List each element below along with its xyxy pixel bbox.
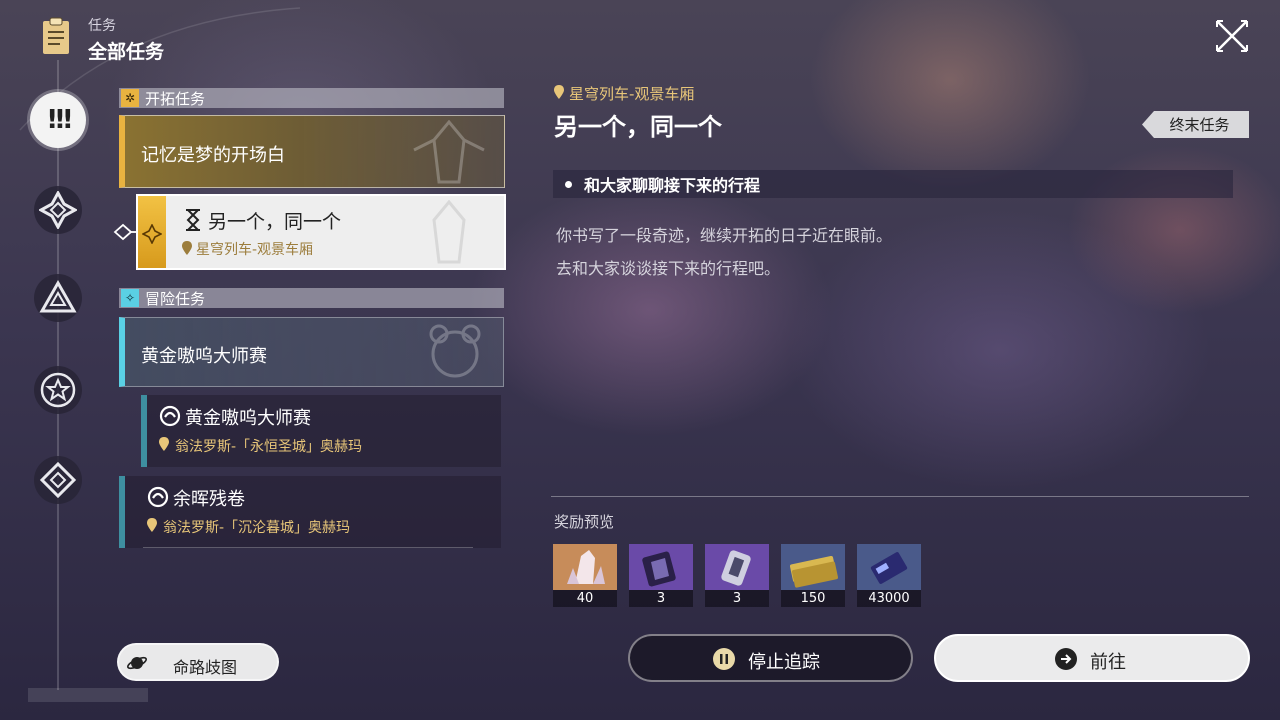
quest-card-remnant[interactable]: 余晖残卷 翁法罗斯-「沉沦暮城」奥赫玛 <box>119 476 501 548</box>
quest-emblem-icon <box>432 200 466 264</box>
rail-tab-trailblaze[interactable] <box>34 186 82 234</box>
section-header-trailblaze: ✲ 开拓任务 <box>119 88 504 108</box>
detail-location-text: 星穹列车-观景车厢 <box>569 85 695 103</box>
reward-item[interactable]: 3 <box>705 544 769 607</box>
objective-bullet-icon <box>565 180 572 188</box>
daily-diamond-icon <box>39 461 77 499</box>
detail-title: 另一个，同一个 <box>554 113 722 141</box>
quest-card-selected[interactable]: 另一个，同一个 星穹列车-观景车厢 <box>136 194 506 270</box>
credits-icon <box>781 544 845 590</box>
location-pin-icon <box>182 241 192 255</box>
adventure-quest-icon <box>147 486 169 508</box>
quest-card-memory[interactable]: 记忆是梦的开场白 <box>119 115 505 188</box>
reward-item[interactable]: 43000 <box>857 544 921 607</box>
rail-tab-adventure[interactable] <box>34 274 82 322</box>
adventure-mark-icon: ✧ <box>121 289 139 307</box>
clipboard-icon <box>40 16 72 56</box>
adventure-bar <box>119 476 125 548</box>
quest-card-golden-sub[interactable]: 黄金嗷呜大师赛 翁法罗斯-「永恒圣城」奥赫玛 <box>141 395 501 467</box>
objective-bar: 和大家聊聊接下来的行程 <box>553 170 1233 198</box>
selection-arrow-icon <box>113 223 137 241</box>
reward-qty: 150 <box>781 590 845 607</box>
rail-tab-companion[interactable] <box>34 366 82 414</box>
uid-watermark <box>28 688 148 702</box>
adventure-quest-icon <box>159 405 181 427</box>
location-pin-icon <box>159 437 169 451</box>
rail-tab-daily[interactable] <box>34 456 82 504</box>
fuel-icon <box>629 544 693 590</box>
quest-card-golden-group[interactable]: 黄金嗷呜大师赛 <box>119 317 504 387</box>
section-header-adventure: ✧ 冒险任务 <box>119 288 504 308</box>
reward-qty: 43000 <box>857 590 921 607</box>
trailblaze-strip <box>138 196 166 268</box>
quest-title: 另一个，同一个 <box>208 211 342 233</box>
path-map-button[interactable]: 命路歧图 <box>117 643 279 681</box>
quest-type-tag: 终末任务 <box>1142 111 1249 138</box>
trailblaze-mark-icon: ✲ <box>121 89 139 107</box>
quest-emblem-icon <box>413 120 485 184</box>
description-line: 去和大家谈谈接下来的行程吧。 <box>556 259 781 278</box>
pause-icon <box>713 648 735 670</box>
relic-icon <box>705 544 769 590</box>
section-label-trailblaze: 开拓任务 <box>145 89 206 108</box>
location-pin-icon <box>147 518 157 532</box>
rail-tab-all-quests[interactable]: !!! <box>30 92 86 148</box>
header-section-label: 任务 <box>88 18 116 34</box>
exp-book-icon <box>857 544 921 590</box>
trailblaze-star-icon <box>39 191 77 229</box>
companion-star-icon <box>40 372 76 408</box>
navigate-icon <box>1055 648 1077 670</box>
reward-item[interactable]: 150 <box>781 544 845 607</box>
reward-item[interactable]: 3 <box>629 544 693 607</box>
adventure-bar <box>141 395 147 467</box>
reward-qty: 3 <box>629 590 693 607</box>
quest-title: 黄金嗷呜大师赛 <box>185 408 311 429</box>
page-title: 全部任务 <box>88 41 165 63</box>
stop-tracking-button[interactable]: 停止追踪 <box>628 634 913 682</box>
crystal-icon <box>553 544 617 590</box>
exclamation-icon: !!! <box>46 105 74 135</box>
stop-tracking-label: 停止追踪 <box>748 652 820 673</box>
location-pin-icon <box>554 84 564 103</box>
hourglass-icon <box>186 209 200 231</box>
quest-emblem-icon <box>429 324 481 378</box>
divider <box>143 547 473 548</box>
reward-qty: 3 <box>705 590 769 607</box>
reward-divider <box>551 496 1249 497</box>
go-to-label: 前往 <box>1090 652 1126 673</box>
path-map-label: 命路歧图 <box>173 658 238 677</box>
quest-title: 记忆是梦的开场白 <box>141 145 285 166</box>
quest-location: 翁法罗斯-「沉沦暮城」奥赫玛 <box>163 520 351 536</box>
close-icon[interactable] <box>1214 18 1250 54</box>
quest-title: 黄金嗷呜大师赛 <box>141 346 267 367</box>
quest-location: 翁法罗斯-「永恒圣城」奥赫玛 <box>175 439 363 455</box>
objective-text: 和大家聊聊接下来的行程 <box>584 176 761 195</box>
reward-qty: 40 <box>553 590 617 607</box>
section-label-adventure: 冒险任务 <box>145 289 206 308</box>
detail-location: 星穹列车-观景车厢 <box>554 83 694 104</box>
planet-icon <box>127 656 147 670</box>
go-to-button[interactable]: 前往 <box>934 634 1250 682</box>
adventure-triangle-icon <box>39 279 77 313</box>
trailblaze-star-icon <box>142 224 162 244</box>
quest-title: 余晖残卷 <box>173 489 245 510</box>
reward-item[interactable]: 40 <box>553 544 617 607</box>
quest-location: 星穹列车-观景车厢 <box>196 242 314 258</box>
description-line: 你书写了一段奇迹，继续开拓的日子近在眼前。 <box>556 226 893 245</box>
reward-title: 奖励预览 <box>554 513 615 531</box>
